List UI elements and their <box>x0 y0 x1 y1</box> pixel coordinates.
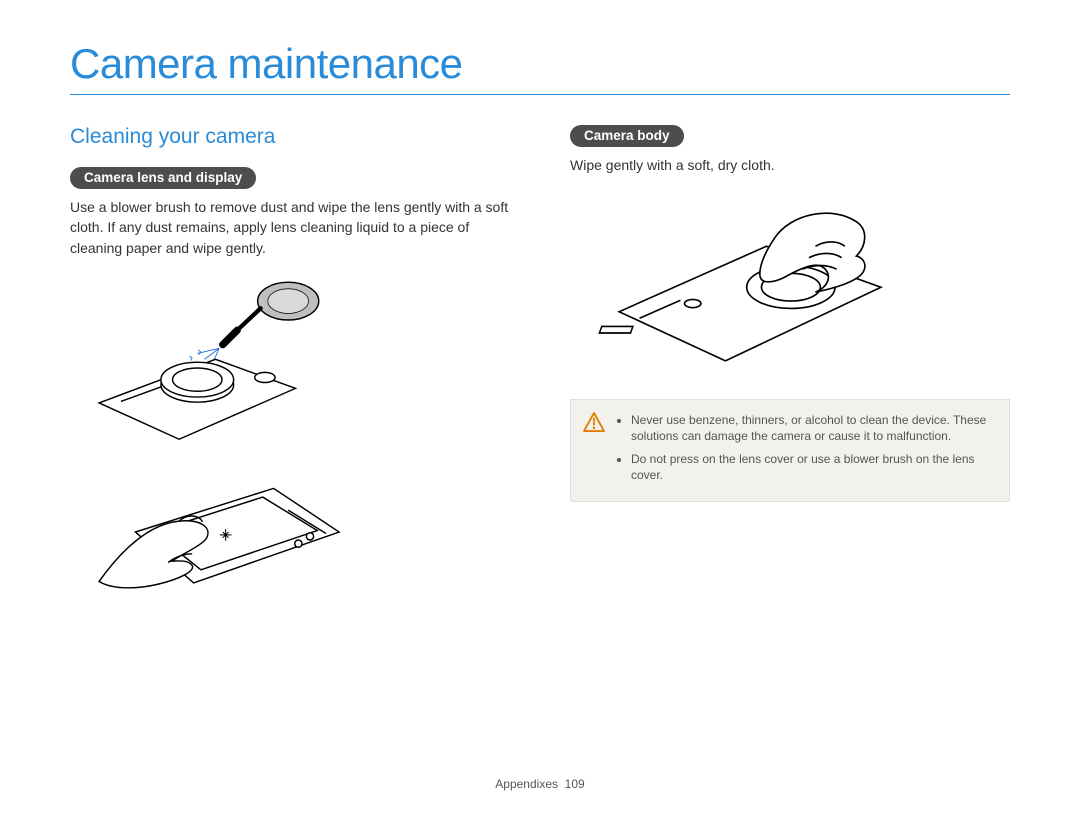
caution-box: Never use benzene, thinners, or alcohol … <box>570 399 1010 502</box>
footer-section: Appendixes <box>495 777 558 791</box>
caution-list: Never use benzene, thinners, or alcohol … <box>617 412 995 489</box>
illustration-wipe-body <box>570 189 1010 369</box>
pill-camera-body: Camera body <box>570 125 684 147</box>
caution-item: Never use benzene, thinners, or alcohol … <box>631 412 995 444</box>
body-lens-display: Use a blower brush to remove dust and wi… <box>70 197 510 258</box>
left-column: Cleaning your camera Camera lens and dis… <box>70 125 510 604</box>
section-heading: Cleaning your camera <box>70 125 510 149</box>
illustration-wipe-display <box>70 452 510 597</box>
page-title: Camera maintenance <box>70 40 1010 95</box>
caution-item: Do not press on the lens cover or use a … <box>631 451 995 483</box>
pill-lens-display: Camera lens and display <box>70 167 256 189</box>
body-camera-body: Wipe gently with a soft, dry cloth. <box>570 155 1010 175</box>
warning-icon <box>583 412 605 489</box>
two-column-layout: Cleaning your camera Camera lens and dis… <box>70 125 1010 604</box>
page-footer: Appendixes 109 <box>0 777 1080 791</box>
illustration-blower <box>70 272 510 447</box>
right-column: Camera body Wipe gently with a soft, dry… <box>570 125 1010 604</box>
footer-page-number: 109 <box>565 777 585 791</box>
